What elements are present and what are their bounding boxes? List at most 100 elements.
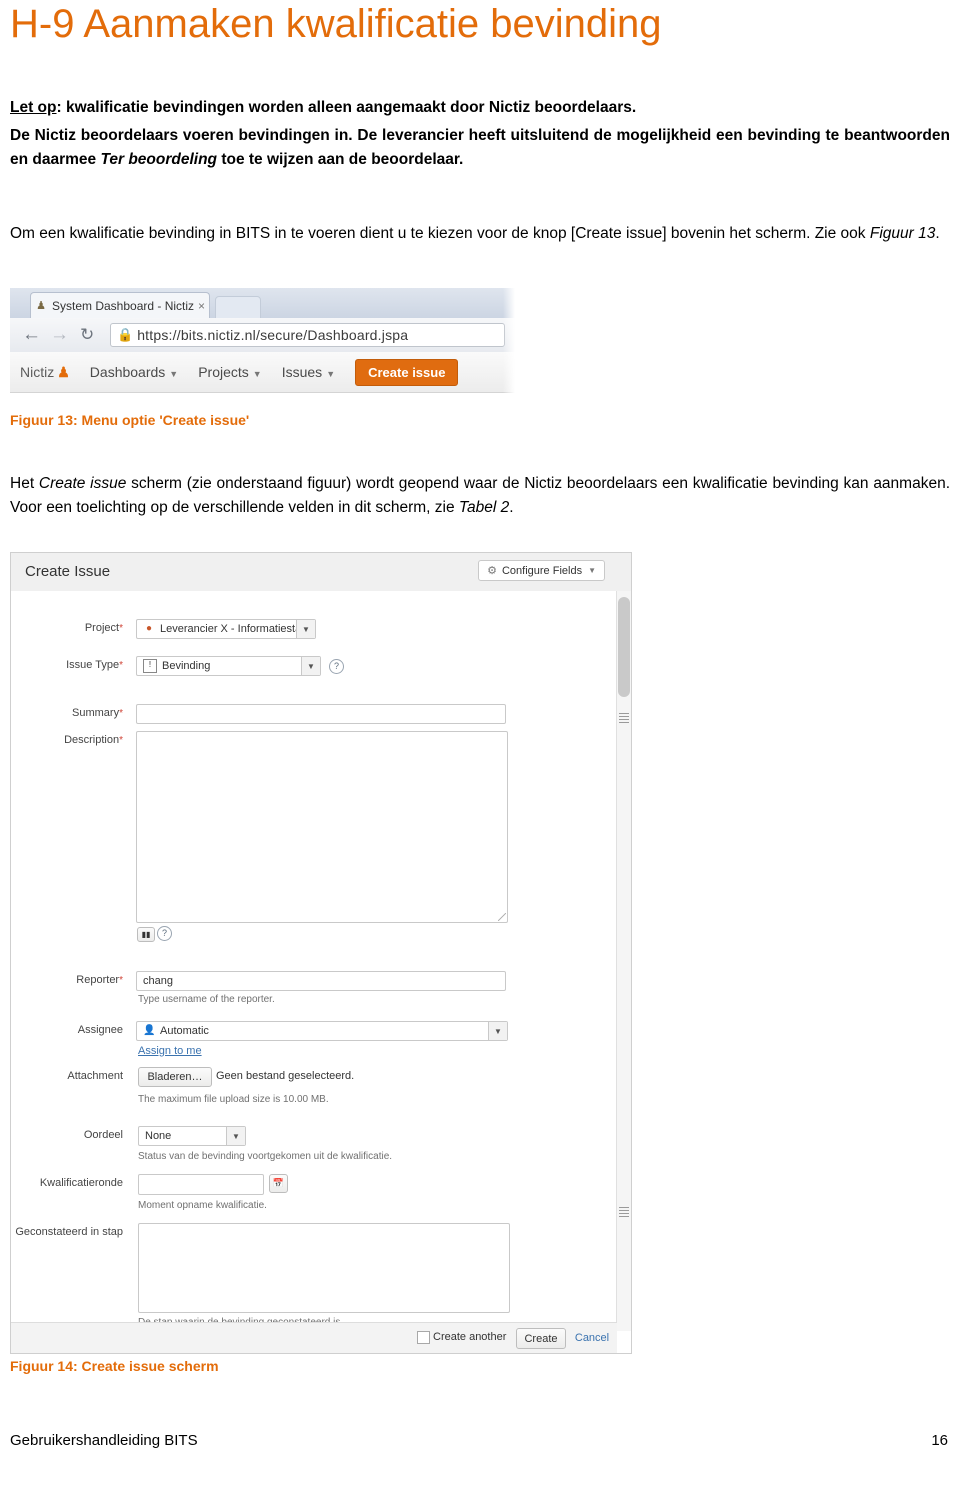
field-summary-label: Summary* (72, 707, 123, 719)
reporter-value: chang (143, 975, 173, 987)
oordeel-value: None (145, 1130, 172, 1142)
resize-grip-icon[interactable] (498, 913, 506, 921)
menu-issues-label: Issues (281, 364, 323, 380)
figure-14-create-issue-dialog: Create Issue ⚙ Configure Fields ▼ Projec… (10, 552, 632, 1354)
paragraph-create-issue-end: . (935, 225, 940, 242)
figure-13-caption: Figuur 13: Menu optie 'Create issue' (10, 412, 250, 428)
chevron-down-icon[interactable]: ▼ (301, 657, 320, 675)
menu-dashboards[interactable]: Dashboards ▼ (90, 364, 178, 380)
summary-input[interactable] (136, 704, 506, 724)
browser-tabstrip: ♟ System Dashboard - Nictiz × (10, 288, 515, 320)
menu-dashboards-label: Dashboards (89, 364, 166, 380)
help-icon[interactable]: ? (157, 926, 172, 941)
arrow-right-icon[interactable]: → (50, 324, 69, 346)
arrow-left-icon[interactable]: ← (22, 324, 41, 346)
field-reporter-label: Reporter* (76, 974, 123, 986)
oordeel-select[interactable]: None ▼ (138, 1126, 246, 1146)
browser-tab[interactable]: ♟ System Dashboard - Nictiz × (30, 292, 210, 318)
browser-tab-title: System Dashboard - Nictiz (52, 298, 195, 313)
field-project-label: Project* (84, 622, 123, 634)
chevron-down-icon[interactable]: ▼ (488, 1022, 507, 1040)
field-geconstateerd-label: Geconstateerd in stap (15, 1226, 123, 1238)
figure-fade-edge (503, 288, 515, 400)
jira-appbar: Nictiz ♟ Dashboards ▼ Projects ▼ Issues ▼ Cr… (10, 352, 515, 393)
paragraph-intro-italic: Ter beoordeling (100, 150, 218, 168)
browser-navbar: ← → ↻ 🔒 https://bits.nictiz.nl/secure/Da… (10, 318, 515, 353)
figure-13-browser-screenshot: ♟ System Dashboard - Nictiz × ← → ↻ 🔒 ht… (10, 288, 515, 400)
url-scheme: https:// (137, 327, 181, 343)
paragraph-intro: De Nictiz beoordelaars voeren bevindinge… (10, 124, 950, 171)
reporter-input[interactable]: chang (136, 971, 506, 991)
note-text: : kwalificatie bevindingen worden alleen… (56, 99, 637, 116)
document-page: H-9 Aanmaken kwalificatie bevinding Let … (0, 0, 960, 1487)
attachment-hint: The maximum file upload size is 10.00 MB… (138, 1094, 329, 1105)
chevron-down-icon[interactable]: ▼ (226, 1127, 245, 1145)
menu-projects[interactable]: Projects ▼ (198, 364, 262, 380)
paragraph-intro-a: De Nictiz beoordelaars voeren bevindinge… (10, 127, 353, 144)
new-tab-icon[interactable] (215, 296, 261, 320)
page-title: H-9 Aanmaken kwalificatie bevinding (10, 2, 662, 46)
paragraph-create-screen: Het Create issue scherm (zie onderstaand… (10, 472, 950, 519)
paragraph-create-issue-text: Om een kwalificatie bevinding in BITS in… (10, 225, 870, 242)
help-icon[interactable]: ? (329, 659, 344, 674)
create-button[interactable]: Create (516, 1328, 566, 1349)
text-format-icon[interactable]: ▮▮ (137, 927, 155, 942)
dialog-scrollbar[interactable] (616, 591, 631, 1331)
project-avatar-icon: ● (145, 623, 153, 634)
person-icon: ♟ (36, 299, 46, 312)
chevron-down-icon: ▼ (169, 369, 179, 379)
address-bar[interactable]: 🔒 https://bits.nictiz.nl/secure/Dashboar… (110, 323, 505, 347)
close-icon[interactable]: × (198, 299, 205, 313)
reload-icon[interactable]: ↻ (80, 324, 94, 346)
field-assignee-label: Assignee (77, 1024, 123, 1036)
browse-button[interactable]: Bladeren… (138, 1067, 212, 1087)
calendar-icon[interactable]: 📅 (269, 1174, 288, 1193)
issue-type-value: Bevinding (162, 660, 211, 672)
create-another-label: Create another (433, 1331, 507, 1343)
create-another-checkbox[interactable] (417, 1331, 430, 1344)
issue-type-select[interactable]: ! Bevinding ▼ (136, 656, 321, 676)
scrollbar-grip-icon[interactable] (619, 713, 629, 723)
assign-to-me-link[interactable]: Assign to me (138, 1045, 202, 1057)
dialog-title: Create Issue (25, 563, 111, 580)
dialog-footer: Create another Create Cancel (11, 1322, 617, 1353)
field-issue-type-label: Issue Type* (66, 659, 123, 671)
assignee-select[interactable]: 👤 Automatic ▼ (136, 1021, 508, 1041)
chevron-down-icon: ▼ (588, 566, 596, 575)
chevron-down-icon: ▼ (326, 369, 336, 379)
chevron-down-icon[interactable]: ▼ (296, 620, 315, 638)
cancel-button[interactable]: Cancel (568, 1328, 616, 1347)
field-kwalificatieronde-label: Kwalificatieronde (39, 1177, 123, 1189)
field-oordeel-label: Oordeel (83, 1129, 123, 1141)
note-paragraph: Let op: kwalificatie bevindingen worden … (10, 96, 950, 120)
issue-type-icon: ! (143, 659, 157, 673)
paragraph-create-issue-figref: Figuur 13 (869, 225, 936, 242)
menu-projects-label: Projects (198, 364, 249, 380)
gear-icon: ⚙ (487, 565, 497, 577)
nictiz-logo-icon: ♟ (57, 363, 70, 380)
reporter-hint: Type username of the reporter. (138, 994, 275, 1005)
project-select[interactable]: ● Leverancier X - Informatiesta… ▼ (136, 619, 316, 639)
user-icon: 👤 (143, 1025, 156, 1036)
scrollbar-thumb[interactable] (618, 597, 630, 697)
menu-issues[interactable]: Issues ▼ (282, 364, 335, 380)
lock-icon: 🔒 (117, 327, 134, 342)
url-domain: bits.nictiz.nl (180, 327, 256, 343)
kwalificatieronde-hint: Moment opname kwalificatie. (138, 1200, 267, 1211)
footer-page-number: 16 (931, 1432, 948, 1449)
configure-fields-label: Configure Fields (501, 564, 583, 577)
chevron-down-icon: ▼ (252, 369, 262, 379)
paragraph-create-issue: Om een kwalificatie bevinding in BITS in… (10, 222, 950, 246)
scrollbar-grip-icon[interactable] (619, 1207, 629, 1217)
oordeel-hint: Status van de bevinding voortgekomen uit… (138, 1151, 393, 1162)
jira-brand: Nictiz ♟ (20, 364, 70, 381)
create-issue-button[interactable]: Create issue (355, 358, 459, 386)
configure-fields-button[interactable]: ⚙ Configure Fields ▼ (478, 560, 605, 581)
kwalificatieronde-input[interactable] (138, 1174, 264, 1195)
geconstateerd-textarea[interactable] (138, 1223, 510, 1313)
description-textarea[interactable] (136, 731, 508, 923)
note-label: Let op (10, 99, 57, 116)
assignee-value: Automatic (160, 1025, 209, 1037)
jira-brand-label: Nictiz (20, 363, 55, 380)
figure-14-caption: Figuur 14: Create issue scherm (10, 1358, 219, 1374)
